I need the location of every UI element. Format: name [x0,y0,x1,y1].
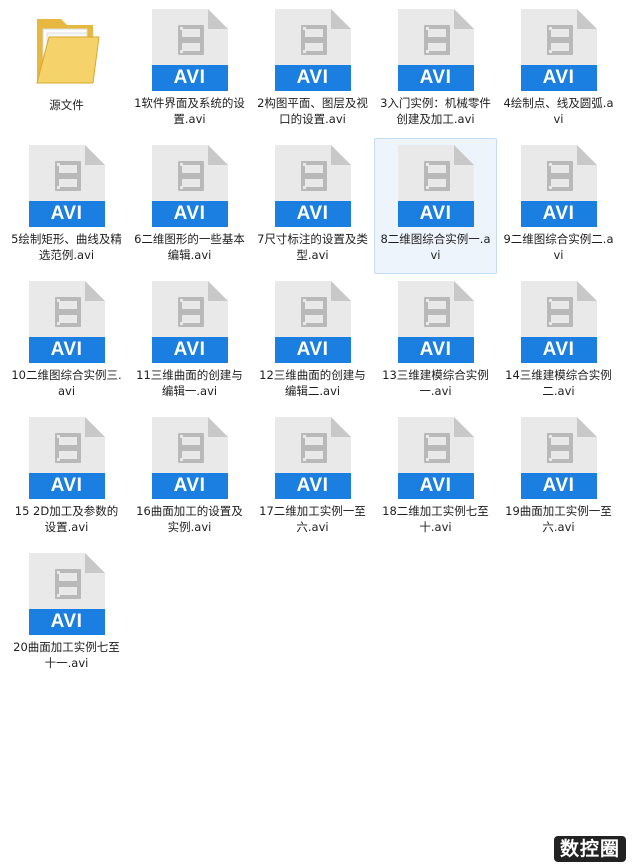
video-file-icon: AVI [150,281,230,363]
file-label: 19曲面加工实例一至六.avi [505,504,612,534]
file-item[interactable]: AVI 10二维图综合实例三.avi [5,274,128,410]
file-type-badge: AVI [296,475,329,496]
file-item[interactable]: AVI 12三维曲面的创建与编辑二.avi [251,274,374,410]
file-type-badge: AVI [50,339,83,360]
file-item[interactable]: AVI 13三维建模综合实例一.avi [374,274,497,410]
video-file-icon: AVI [27,417,107,499]
video-file-icon: AVI [273,145,353,227]
file-grid: 源文件 AVI 1软件界面及系统的设置.avi AVI 2构图平面、图层及视口的设置.… [5,2,625,682]
file-item[interactable]: AVI 17二维加工实例一至六.avi [251,410,374,546]
file-type-badge: AVI [419,203,452,224]
file-type-badge: AVI [296,67,329,88]
file-item[interactable]: AVI 2构图平面、图层及视口的设置.avi [251,2,374,138]
file-type-badge: AVI [542,339,575,360]
file-label: 17二维加工实例一至六.avi [259,504,366,534]
file-type-badge: AVI [419,67,452,88]
file-type-badge: AVI [542,203,575,224]
file-label: 5绘制矩形、曲线及精选范例.avi [11,232,122,262]
video-file-icon: AVI [27,281,107,363]
file-label: 9二维图综合实例二.avi [503,232,614,262]
file-label: 6二维图形的一些基本编辑.avi [134,232,245,262]
file-item[interactable]: AVI 18二维加工实例七至十.avi [374,410,497,546]
file-type-badge: AVI [50,203,83,224]
video-file-icon: AVI [150,417,230,499]
file-label: 15 2D加工及参数的设置.avi [14,504,119,534]
file-type-badge: AVI [296,339,329,360]
file-label: 11三维曲面的创建与编辑一.avi [136,368,243,398]
file-label: 14三维建模综合实例二.avi [505,368,612,398]
video-file-icon: AVI [519,145,599,227]
file-item[interactable]: AVI 16曲面加工的设置及实例.avi [128,410,251,546]
video-file-icon: AVI [27,553,107,635]
video-file-icon: AVI [150,9,230,91]
file-item[interactable]: AVI 9二维图综合实例二.avi [497,138,620,274]
file-label: 12三维曲面的创建与编辑二.avi [259,368,366,398]
file-type-badge: AVI [419,339,452,360]
file-type-badge: AVI [419,475,452,496]
file-item[interactable]: AVI 14三维建模综合实例二.avi [497,274,620,410]
folder-item[interactable]: 源文件 [5,2,128,138]
file-item[interactable]: AVI 15 2D加工及参数的设置.avi [5,410,128,546]
watermark-logo: 数控圈 [553,836,626,862]
file-type-badge: AVI [50,475,83,496]
file-label: 8二维图综合实例一.avi [380,232,491,262]
video-file-icon: AVI [27,145,107,227]
file-type-badge: AVI [50,611,83,632]
file-label: 10二维图综合实例三.avi [11,368,122,398]
file-item[interactable]: AVI 19曲面加工实例一至六.avi [497,410,620,546]
video-file-icon: AVI [396,145,476,227]
file-label: 4绘制点、线及圆弧.avi [503,96,614,126]
video-file-icon: AVI [150,145,230,227]
video-file-icon: AVI [396,9,476,91]
file-label: 13三维建模综合实例一.avi [382,368,489,398]
file-item[interactable]: AVI 4绘制点、线及圆弧.avi [497,2,620,138]
file-type-badge: AVI [542,67,575,88]
file-type-badge: AVI [173,475,206,496]
folder-label: 源文件 [49,98,84,112]
file-label: 7尺寸标注的设置及类型.avi [257,232,368,262]
file-label: 18二维加工实例七至十.avi [382,504,489,534]
file-item[interactable]: AVI 3入门实例：机械零件创建及加工.avi [374,2,497,138]
folder-icon [27,9,107,91]
file-label: 16曲面加工的设置及实例.avi [136,504,243,534]
file-label: 1软件界面及系统的设置.avi [134,96,245,126]
file-type-badge: AVI [173,203,206,224]
file-item[interactable]: AVI 8二维图综合实例一.avi [374,138,497,274]
file-label: 20曲面加工实例七至十一.avi [13,640,120,670]
file-item[interactable]: AVI 20曲面加工实例七至十一.avi [5,546,128,682]
video-file-icon: AVI [519,281,599,363]
file-item[interactable]: AVI 5绘制矩形、曲线及精选范例.avi [5,138,128,274]
file-label: 3入门实例：机械零件创建及加工.avi [380,96,491,126]
file-type-badge: AVI [173,67,206,88]
video-file-icon: AVI [519,417,599,499]
video-file-icon: AVI [273,281,353,363]
file-item[interactable]: AVI 11三维曲面的创建与编辑一.avi [128,274,251,410]
file-type-badge: AVI [296,203,329,224]
video-file-icon: AVI [396,281,476,363]
video-file-icon: AVI [273,9,353,91]
video-file-icon: AVI [273,417,353,499]
file-item[interactable]: AVI 6二维图形的一些基本编辑.avi [128,138,251,274]
file-item[interactable]: AVI 7尺寸标注的设置及类型.avi [251,138,374,274]
file-type-badge: AVI [173,339,206,360]
file-label: 2构图平面、图层及视口的设置.avi [257,96,368,126]
video-file-icon: AVI [519,9,599,91]
video-file-icon: AVI [396,417,476,499]
file-type-badge: AVI [542,475,575,496]
file-item[interactable]: AVI 1软件界面及系统的设置.avi [128,2,251,138]
